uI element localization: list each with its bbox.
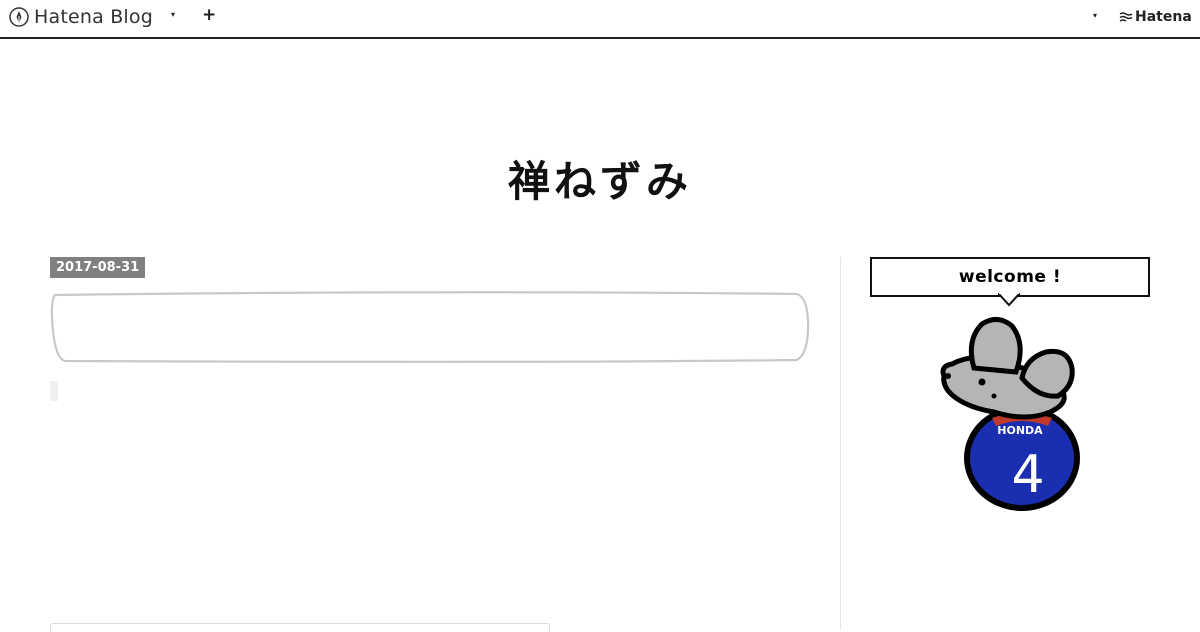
entry-title-box — [49, 291, 811, 365]
entry-title-frame — [50, 291, 810, 363]
hatena-blog-pen-icon — [9, 7, 29, 27]
hatena-link[interactable]: Hatena — [1119, 9, 1192, 25]
mascot-shirt-name: HONDA — [997, 424, 1043, 437]
blog-menu-dropdown-icon[interactable]: ▾ — [171, 10, 175, 19]
entry-date-badge[interactable]: 2017-08-31 — [50, 257, 146, 278]
blog-title: 禅ねずみ — [0, 148, 1200, 209]
sidebar-divider — [840, 257, 841, 630]
mascot-nose — [991, 393, 997, 399]
blog-title-link[interactable]: 禅ねずみ — [508, 157, 692, 206]
global-header: Hatena Blog ▾ + ▾ Hatena — [0, 0, 1200, 39]
entry-footer-box — [50, 623, 550, 632]
new-entry-plus-icon[interactable]: + — [202, 5, 216, 25]
mouse-mascot-image: HONDA 4 — [940, 317, 1080, 511]
hatena-waves-icon — [1119, 12, 1133, 22]
hatena-blog-logo[interactable]: Hatena Blog — [9, 6, 153, 28]
mascot-shirt-number: 4 — [1011, 445, 1044, 505]
mascot-eye — [978, 378, 986, 386]
speech-bubble-tail — [998, 293, 1020, 307]
hatena-text: Hatena — [1135, 9, 1192, 25]
hatena-blog-logo-text: Hatena Blog — [34, 6, 153, 28]
welcome-speech-bubble: welcome ! — [870, 257, 1150, 297]
user-menu-dropdown-icon[interactable]: ▾ — [1093, 11, 1097, 20]
mascot-ear-left — [968, 317, 1023, 375]
entry-content-placeholder — [50, 381, 58, 401]
